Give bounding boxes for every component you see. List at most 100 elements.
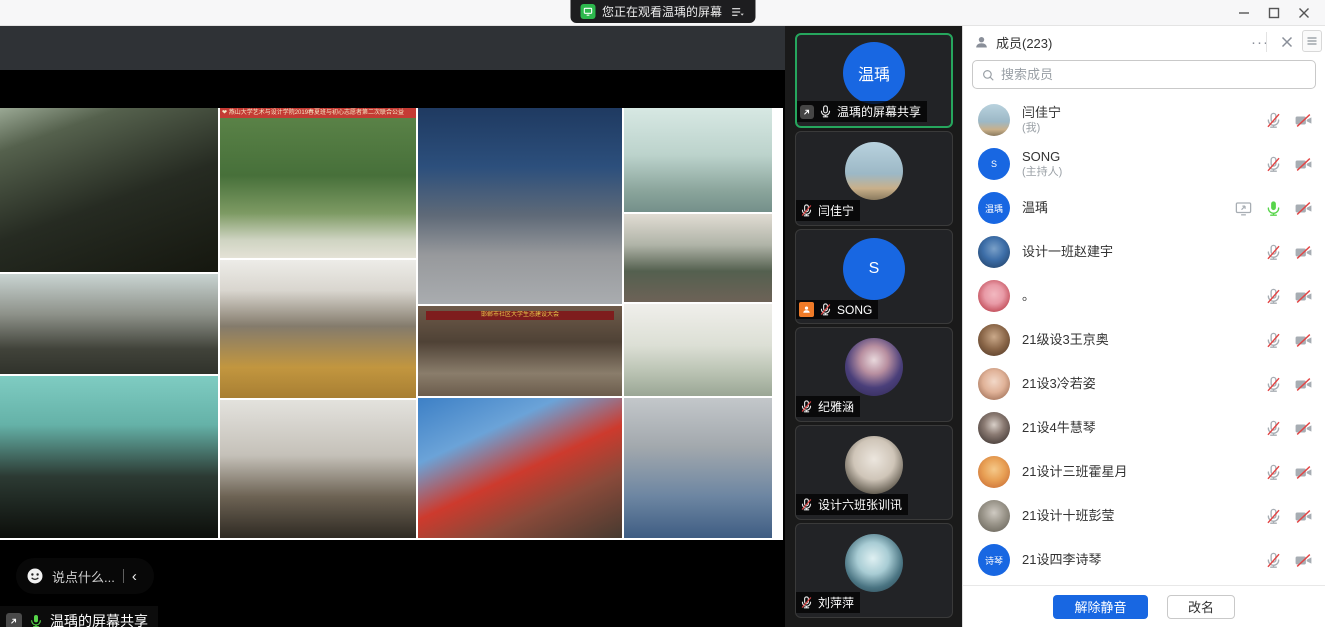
- participant-name: 纪雅涵: [818, 398, 854, 415]
- collage-photo: [624, 398, 772, 538]
- mic-muted-icon: [1264, 507, 1283, 526]
- members-title: 成员(223): [996, 33, 1052, 52]
- banner-menu-icon[interactable]: [729, 4, 745, 20]
- participant-thumbnail[interactable]: 闫佳宁: [795, 131, 953, 226]
- collage-column-4: [624, 108, 772, 540]
- comment-bar[interactable]: 说点什么... ‹: [16, 558, 154, 594]
- search-box[interactable]: [972, 60, 1316, 89]
- meeting-window: 您正在观看温瑀的屏幕: [0, 0, 1325, 627]
- member-row[interactable]: 设计一班赵建宇: [963, 230, 1325, 274]
- member-role: (主持人): [1022, 165, 1264, 179]
- member-name: 。: [1022, 288, 1264, 304]
- participant-thumbnail[interactable]: S SONG: [795, 229, 953, 324]
- participant-thumbnail[interactable]: 设计六班张训讯: [795, 425, 953, 520]
- avatar: 诗琴: [978, 544, 1010, 576]
- window-controls: [1229, 0, 1319, 26]
- divider: [1266, 32, 1267, 52]
- members-icon: [973, 34, 990, 51]
- member-name: 21设计三班霍星月: [1022, 464, 1264, 480]
- screen-share-status-badge: 温瑀的屏幕共享: [0, 606, 158, 627]
- member-row[interactable]: 21设计十班彭莹: [963, 494, 1325, 538]
- shared-screen-topbar: [0, 26, 785, 70]
- mic-muted-icon: [799, 595, 814, 610]
- participant-thumbnail[interactable]: 刘萍萍: [795, 523, 953, 618]
- share-status-label: 温瑀的屏幕共享: [50, 611, 148, 627]
- members-panel-header: 成员(223) ···: [963, 30, 1325, 54]
- comment-input[interactable]: 说点什么...: [52, 567, 115, 586]
- panel-dock-toggle-icon[interactable]: [1302, 30, 1322, 52]
- participant-name: 闫佳宁: [818, 202, 854, 219]
- avatar: [978, 412, 1010, 444]
- member-name: 21设4牛慧琴: [1022, 420, 1264, 436]
- collage-photo: [0, 108, 218, 272]
- participant-thumbnail-strip: 温瑀 温瑀的屏幕共享: [785, 26, 962, 627]
- unmute-button[interactable]: 解除静音: [1053, 595, 1148, 619]
- collage-photo: ❤ 燕山大学艺术与设计学院2019春夏班与初心志愿者第二次联合公益: [220, 108, 416, 258]
- mic-muted-icon: [1264, 375, 1283, 394]
- member-row[interactable]: 21级设3王京奥: [963, 318, 1325, 362]
- screen-share-icon: [1234, 199, 1253, 218]
- camera-muted-icon: [1294, 199, 1313, 218]
- camera-muted-icon: [1294, 419, 1313, 438]
- camera-muted-icon: [1294, 243, 1313, 262]
- participant-name: 设计六班张训讯: [818, 496, 902, 513]
- host-badge-icon: [799, 302, 814, 317]
- member-row[interactable]: 21设4牛慧琴: [963, 406, 1325, 450]
- avatar: [845, 142, 903, 200]
- mic-muted-icon: [1264, 155, 1283, 174]
- mic-on-icon: [28, 613, 44, 627]
- member-name: SONG: [1022, 149, 1264, 165]
- divider: [123, 569, 124, 583]
- avatar: [978, 280, 1010, 312]
- photo-collage: ❤ 燕山大学艺术与设计学院2019春夏班与初心志愿者第二次联合公益: [0, 108, 783, 540]
- mic-muted-icon: [1264, 287, 1283, 306]
- member-row[interactable]: 。: [963, 274, 1325, 318]
- member-row[interactable]: 闫佳宁 (我): [963, 98, 1325, 142]
- search-input[interactable]: [1001, 67, 1307, 82]
- member-row[interactable]: 温瑀 温瑀: [963, 186, 1325, 230]
- collage-photo: [418, 398, 622, 538]
- mic-muted-icon: [1264, 111, 1283, 130]
- mic-muted-icon: [1264, 551, 1283, 570]
- member-row[interactable]: 诗琴 21设四李诗琴: [963, 538, 1325, 582]
- camera-muted-icon: [1294, 331, 1313, 350]
- window-titlebar: 您正在观看温瑀的屏幕: [0, 0, 1325, 26]
- watching-screen-label: 您正在观看温瑀的屏幕: [602, 3, 722, 20]
- minimize-button[interactable]: [1229, 1, 1259, 25]
- thumbnail-label: SONG: [796, 300, 878, 319]
- close-panel-icon[interactable]: [1281, 36, 1293, 48]
- camera-muted-icon: [1294, 111, 1313, 130]
- collage-photo: [220, 400, 416, 538]
- thumbnail-label: 温瑀的屏幕共享: [797, 101, 927, 122]
- collage-photo: [220, 260, 416, 398]
- member-row[interactable]: 21设3冷若姿: [963, 362, 1325, 406]
- collage-photo: [418, 108, 622, 304]
- collapse-chevron-icon[interactable]: ‹: [132, 569, 137, 584]
- avatar: S: [978, 148, 1010, 180]
- participant-thumbnail[interactable]: 纪雅涵: [795, 327, 953, 422]
- photo-banner-text: 邯郸市社区大学生态建设大会: [426, 311, 614, 320]
- avatar: 温瑀: [978, 192, 1010, 224]
- search-icon: [981, 68, 995, 82]
- avatar: [845, 338, 903, 396]
- maximize-button[interactable]: [1259, 1, 1289, 25]
- mic-muted-icon: [1264, 243, 1283, 262]
- mic-muted-icon: [1264, 463, 1283, 482]
- member-row[interactable]: S SONG (主持人): [963, 142, 1325, 186]
- member-row[interactable]: 21设计三班霍星月: [963, 450, 1325, 494]
- participant-thumbnail[interactable]: 温瑀 温瑀的屏幕共享: [795, 33, 953, 128]
- rename-button[interactable]: 改名: [1167, 595, 1235, 619]
- collage-column-2: ❤ 燕山大学艺术与设计学院2019春夏班与初心志愿者第二次联合公益: [220, 108, 416, 540]
- shared-screen-view: ❤ 燕山大学艺术与设计学院2019春夏班与初心志愿者第二次联合公益: [0, 26, 785, 627]
- collage-photo: 邯郸市社区大学生态建设大会: [418, 306, 622, 396]
- member-name: 闫佳宁: [1022, 105, 1264, 121]
- collage-photo: [624, 108, 772, 212]
- member-name: 21设四李诗琴: [1022, 552, 1264, 568]
- camera-muted-icon: [1294, 507, 1313, 526]
- mic-muted-icon: [818, 302, 833, 317]
- collage-photo: [624, 214, 772, 302]
- close-button[interactable]: [1289, 1, 1319, 25]
- emoji-icon[interactable]: [26, 567, 44, 585]
- avatar: S: [843, 238, 905, 300]
- screen-share-icon: [800, 105, 814, 119]
